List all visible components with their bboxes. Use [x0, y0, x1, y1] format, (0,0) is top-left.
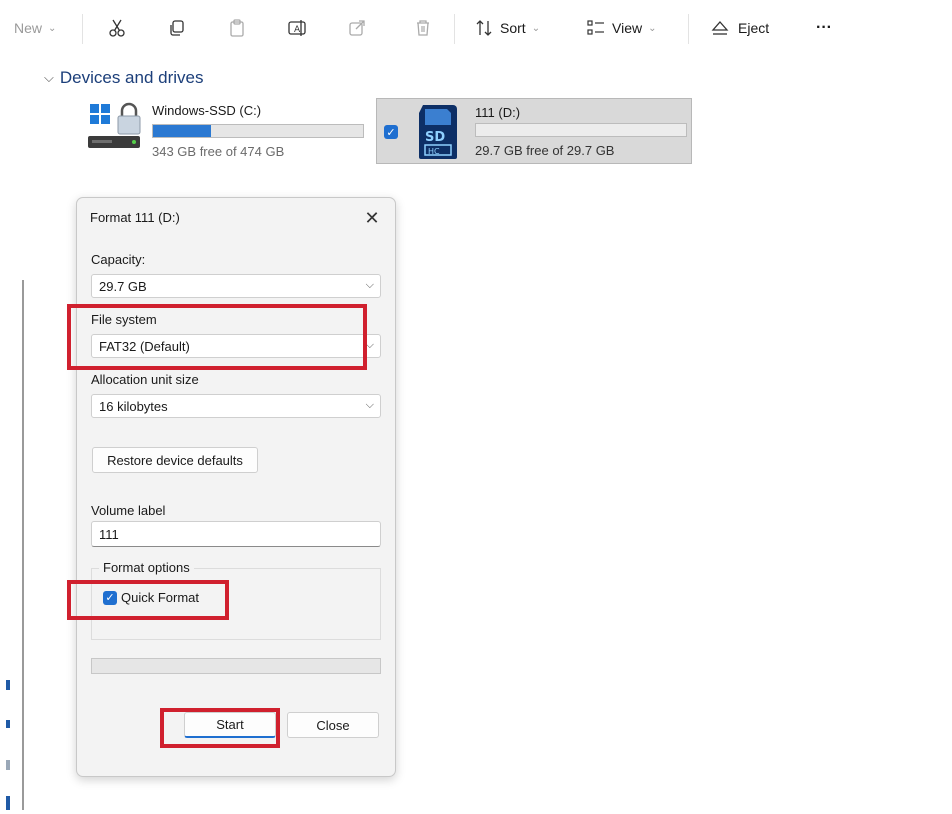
chevron-down-icon: ⌄	[648, 22, 657, 34]
eject-icon	[711, 21, 729, 35]
volume-label-title: Volume label	[91, 503, 166, 518]
sort-button[interactable]: Sort ⌄	[474, 14, 540, 42]
command-bar: New ⌄ A Sort ⌄ View ⌄ Eject ···	[0, 0, 952, 58]
start-button[interactable]: Start	[184, 712, 276, 738]
svg-text:A: A	[294, 25, 301, 35]
chevron-down-icon: ⌵	[365, 339, 374, 351]
edge-marker	[6, 760, 10, 770]
drive-c-free-space: 343 GB free of 474 GB	[152, 144, 285, 159]
drive-c-usage-bar	[152, 124, 364, 138]
eject-button[interactable]: Eject	[710, 14, 769, 42]
chevron-down-icon: ⌵	[365, 279, 374, 291]
close-icon[interactable]: ✕	[361, 207, 383, 229]
edge-marker	[6, 680, 10, 690]
quick-format-checkbox[interactable]: ✓	[103, 590, 117, 605]
view-button[interactable]: View ⌄	[586, 14, 656, 42]
chevron-down-icon: ⌄	[531, 22, 541, 34]
drive-tile-c[interactable]: Windows-SSD (C:) 343 GB free of 474 GB	[88, 100, 370, 164]
share-icon[interactable]	[344, 14, 370, 42]
file-system-value: FAT32 (Default)	[99, 338, 190, 354]
dialog-title: Format 111 (D:)	[90, 210, 180, 225]
devices-section-header[interactable]: ⌵ Devices and drives	[44, 68, 203, 88]
sort-label: Sort	[500, 20, 526, 36]
view-icon	[587, 20, 604, 35]
svg-text:HC: HC	[428, 147, 440, 156]
quick-format-option[interactable]: ✓ Quick Format	[103, 590, 199, 605]
toolbar-divider	[82, 14, 83, 44]
chevron-down-icon[interactable]: ⌵	[44, 70, 54, 86]
view-label: View	[612, 20, 643, 36]
new-label: New	[14, 20, 43, 36]
scrollbar-track[interactable]	[22, 280, 24, 810]
toolbar-divider	[688, 14, 689, 44]
system-drive-icon	[88, 102, 144, 152]
section-title: Devices and drives	[59, 68, 204, 87]
edge-marker	[6, 796, 10, 810]
drive-c-name: Windows-SSD (C:)	[152, 103, 262, 118]
volume-label-value: 111	[99, 526, 119, 542]
drive-d-free-space: 29.7 GB free of 29.7 GB	[475, 143, 615, 158]
close-button[interactable]: Close	[287, 712, 379, 738]
sd-card-icon: SD HC	[413, 103, 463, 161]
cut-icon[interactable]	[104, 14, 130, 42]
capacity-value: 29.7 GB	[99, 278, 147, 294]
allocation-unit-select[interactable]: 16 kilobytes ⌵	[91, 394, 381, 418]
format-dialog: Format 111 (D:) ✕ Capacity: 29.7 GB ⌵ Fi…	[76, 197, 396, 777]
drive-d-usage-bar	[475, 123, 687, 137]
chevron-down-icon: ⌄	[48, 22, 57, 34]
sort-icon	[476, 20, 492, 36]
more-options-button[interactable]: ···	[816, 14, 832, 42]
copy-icon[interactable]	[164, 14, 190, 42]
toolbar-divider	[454, 14, 455, 44]
drive-c-usage-fill	[153, 125, 211, 137]
drive-d-name: 111 (D:)	[475, 105, 521, 120]
chevron-down-icon: ⌵	[365, 399, 374, 411]
capacity-select[interactable]: 29.7 GB ⌵	[91, 274, 381, 298]
more-icon: ···	[816, 19, 832, 36]
allocation-unit-label: Allocation unit size	[91, 372, 199, 387]
eject-label: Eject	[738, 20, 770, 36]
quick-format-label: Quick Format	[121, 590, 200, 605]
edge-marker	[6, 720, 10, 728]
rename-icon[interactable]: A	[284, 14, 310, 42]
paste-icon[interactable]	[224, 14, 250, 42]
capacity-label: Capacity:	[91, 252, 146, 267]
volume-label-input[interactable]: 111	[91, 521, 381, 547]
svg-text:SD: SD	[425, 130, 445, 145]
selection-checkbox[interactable]: ✓	[384, 125, 398, 139]
format-progress-bar	[91, 658, 381, 674]
new-button[interactable]: New ⌄	[14, 14, 56, 42]
format-options-title: Format options	[99, 560, 194, 575]
file-system-label: File system	[91, 312, 157, 327]
delete-icon[interactable]	[410, 14, 436, 42]
restore-defaults-button[interactable]: Restore device defaults	[92, 447, 258, 473]
allocation-unit-value: 16 kilobytes	[99, 398, 168, 414]
file-system-select[interactable]: FAT32 (Default) ⌵	[91, 334, 381, 358]
drive-tile-d[interactable]: ✓ SD HC 111 (D:) 29.7 GB free of 29.7 GB	[376, 98, 692, 164]
